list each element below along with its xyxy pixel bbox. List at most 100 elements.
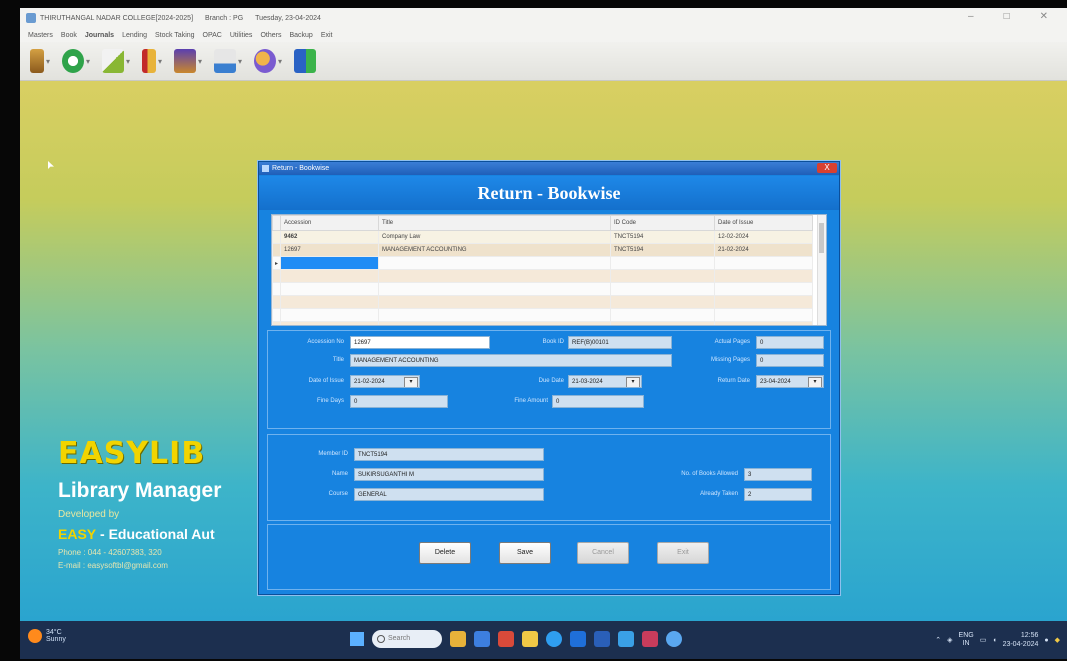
dropdown-arrow-icon[interactable]: ▾ xyxy=(86,49,94,73)
actual-pages-field[interactable]: 0 xyxy=(756,336,824,349)
dropdown-arrow-icon[interactable]: ▾ xyxy=(238,49,246,73)
company-rest: - Educational Aut xyxy=(96,526,215,542)
dropdown-arrow-icon[interactable]: ▾ xyxy=(126,49,134,73)
menu-opac[interactable]: OPAC xyxy=(203,32,222,39)
app-icon-3[interactable] xyxy=(594,631,610,647)
already-taken-field[interactable]: 2 xyxy=(744,488,812,501)
cell-title[interactable]: MANAGEMENT ACCOUNTING xyxy=(378,243,611,257)
fine-amount-field[interactable]: 0 xyxy=(552,395,644,408)
cell-date[interactable]: 12-02-2024 xyxy=(714,230,813,244)
col-header-id-code[interactable]: ID Code xyxy=(610,215,715,231)
network-icon[interactable]: ◈ xyxy=(947,636,952,644)
app-icon-2[interactable] xyxy=(498,631,514,647)
system-clock[interactable]: 12:56 23-04-2024 xyxy=(1003,631,1039,649)
fine-amount-label: Fine Amount xyxy=(514,398,548,404)
books-allowed-field[interactable]: 3 xyxy=(744,468,812,481)
title-label: Title xyxy=(332,357,344,363)
maximize-icon[interactable]: □ xyxy=(1004,11,1010,22)
dropdown-arrow-icon[interactable]: ▾ xyxy=(158,49,166,73)
menu-masters[interactable]: Masters xyxy=(28,32,53,39)
chrome-icon[interactable] xyxy=(666,631,682,647)
folder-icon[interactable] xyxy=(522,631,538,647)
notification-icon[interactable]: ● xyxy=(1044,637,1048,644)
member-id-field[interactable]: TNCT5194 xyxy=(354,448,544,461)
member-details-panel: Member ID TNCT5194 Name SUKIRSUGANTHI M … xyxy=(267,434,831,521)
app-icon-1[interactable] xyxy=(474,631,490,647)
volume-icon[interactable]: ◖ xyxy=(992,637,996,644)
empty-cell[interactable] xyxy=(610,256,715,270)
accession-no-field[interactable]: 12697 xyxy=(350,336,490,349)
store-icon[interactable] xyxy=(570,631,586,647)
menu-exit[interactable]: Exit xyxy=(321,32,333,39)
taskbar-search[interactable]: Search xyxy=(372,630,442,648)
refresh-icon[interactable] xyxy=(62,49,84,73)
title-field[interactable]: MANAGEMENT ACCOUNTING xyxy=(350,354,672,367)
exit-door-icon[interactable] xyxy=(294,49,316,73)
accession-no-label: Accession No xyxy=(307,339,344,345)
books-icon[interactable] xyxy=(142,49,156,73)
language-indicator[interactable]: ENG IN xyxy=(959,632,974,648)
windows-start-icon[interactable] xyxy=(350,632,364,646)
cell-id-code[interactable]: TNCT5194 xyxy=(610,230,715,244)
new-entry-row[interactable]: ▸ xyxy=(272,256,813,270)
date-of-issue-picker[interactable]: 21-02-2024 ▾ xyxy=(350,375,420,388)
app-icon-5[interactable] xyxy=(642,631,658,647)
empty-cell[interactable] xyxy=(714,256,813,270)
color-app-icon[interactable]: ◆ xyxy=(1055,636,1060,644)
cell-title[interactable]: Company Law xyxy=(378,230,611,244)
book-id-field[interactable]: REF(B)00101 xyxy=(568,336,672,349)
menu-journals[interactable]: Journals xyxy=(85,32,114,39)
calendar-dropdown-icon[interactable]: ▾ xyxy=(404,377,418,387)
menu-stock-taking[interactable]: Stock Taking xyxy=(155,32,195,39)
menu-others[interactable]: Others xyxy=(260,32,281,39)
course-field[interactable]: GENERAL xyxy=(354,488,544,501)
fine-days-field[interactable]: 0 xyxy=(350,395,448,408)
issued-books-grid[interactable]: Accession Title ID Code Date of Issue 94… xyxy=(271,214,827,326)
menu-backup[interactable]: Backup xyxy=(289,32,312,39)
cancel-button[interactable]: Cancel xyxy=(577,542,629,564)
dropdown-arrow-icon[interactable]: ▾ xyxy=(278,49,286,73)
col-header-title[interactable]: Title xyxy=(378,215,611,231)
dropdown-arrow-icon[interactable]: ▾ xyxy=(198,49,206,73)
table-row[interactable]: 9462 Company Law TNCT5194 12-02-2024 xyxy=(272,230,813,244)
weather-widget[interactable]: 34°C Sunny xyxy=(28,629,66,643)
lending-icon[interactable] xyxy=(174,49,196,73)
edit-note-icon[interactable] xyxy=(102,49,124,73)
chevron-up-icon[interactable]: ⌃ xyxy=(935,636,941,644)
member-name-field[interactable]: SUKIRSUGANTHI M xyxy=(354,468,544,481)
cell-date[interactable]: 21-02-2024 xyxy=(714,243,813,257)
cell-id-code[interactable]: TNCT5194 xyxy=(610,243,715,257)
missing-pages-field[interactable]: 0 xyxy=(756,354,824,367)
search-placeholder: Search xyxy=(388,635,411,642)
menu-lending[interactable]: Lending xyxy=(122,32,147,39)
close-icon[interactable]: ✕ xyxy=(1040,11,1048,22)
col-header-date-of-issue[interactable]: Date of Issue xyxy=(714,215,813,231)
return-date-picker[interactable]: 23-04-2024 ▾ xyxy=(756,375,824,388)
table-row[interactable]: 12697 MANAGEMENT ACCOUNTING TNCT5194 21-… xyxy=(272,243,813,257)
users-icon[interactable] xyxy=(254,49,276,73)
save-button[interactable]: Save xyxy=(499,542,551,564)
wifi-icon[interactable]: ▭ xyxy=(980,636,987,644)
cell-accession-new[interactable] xyxy=(280,256,379,270)
app-icon-4[interactable] xyxy=(618,631,634,647)
minimize-icon[interactable]: – xyxy=(968,11,974,22)
cell-accession[interactable]: 9462 xyxy=(280,230,379,244)
col-header-accession[interactable]: Accession xyxy=(280,215,379,231)
delete-button[interactable]: Delete xyxy=(419,542,471,564)
exit-button[interactable]: Exit xyxy=(657,542,709,564)
chart-icon[interactable] xyxy=(214,49,236,73)
cell-accession[interactable]: 12697 xyxy=(280,243,379,257)
menu-book[interactable]: Book xyxy=(61,32,77,39)
dialog-close-button[interactable]: X xyxy=(817,163,837,173)
scrollbar-thumb[interactable] xyxy=(819,223,824,253)
member-icon[interactable] xyxy=(30,49,44,73)
dropdown-arrow-icon[interactable]: ▾ xyxy=(46,49,54,73)
calendar-dropdown-icon[interactable]: ▾ xyxy=(808,377,822,387)
empty-cell[interactable] xyxy=(378,256,611,270)
due-date-picker[interactable]: 21-03-2024 ▾ xyxy=(568,375,642,388)
file-explorer-icon[interactable] xyxy=(450,631,466,647)
menu-utilities[interactable]: Utilities xyxy=(230,32,253,39)
edge-browser-icon[interactable] xyxy=(546,631,562,647)
calendar-dropdown-icon[interactable]: ▾ xyxy=(626,377,640,387)
grid-scrollbar[interactable] xyxy=(817,215,826,325)
